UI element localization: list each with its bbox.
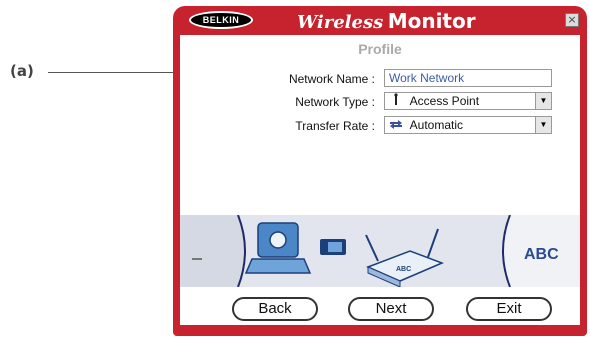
title-bar[interactable]: BELKIN Wireless Monitor ×: [173, 6, 587, 36]
window-body: Profile Network Name : Work Network Netw…: [180, 35, 580, 325]
network-illustration: ABC ABC: [180, 215, 580, 287]
back-button[interactable]: Back: [232, 297, 318, 321]
close-button[interactable]: ×: [565, 13, 579, 27]
svg-text:ABC: ABC: [396, 266, 411, 273]
transfer-rate-value: Automatic: [409, 118, 464, 132]
belkin-logo: BELKIN: [189, 11, 253, 29]
network-type-select[interactable]: Access Point ▼: [384, 92, 552, 110]
title-monitor: Monitor: [387, 9, 476, 33]
chevron-down-icon[interactable]: ▼: [535, 117, 551, 133]
illustration-banner: ABC ABC: [180, 215, 580, 287]
transfer-rate-select[interactable]: Automatic ▼: [384, 116, 552, 134]
network-type-label: Network Type :: [295, 95, 375, 109]
network-name-label: Network Name :: [288, 72, 375, 86]
transfer-arrows-icon: [389, 117, 403, 133]
access-point-icon: [389, 93, 403, 109]
wireless-monitor-window: BELKIN Wireless Monitor × Profile Networ…: [173, 6, 587, 336]
transfer-rate-label: Transfer Rate :: [295, 119, 375, 133]
callout-label: (a): [10, 62, 34, 80]
chevron-down-icon[interactable]: ▼: [535, 93, 551, 109]
window-title: Wireless Monitor: [297, 9, 476, 33]
exit-button[interactable]: Exit: [466, 297, 552, 321]
network-type-value: Access Point: [409, 94, 480, 108]
page-heading: Profile: [358, 41, 402, 57]
next-button[interactable]: Next: [348, 297, 434, 321]
title-wireless: Wireless: [297, 12, 384, 33]
banner-abc-text: ABC: [524, 246, 559, 263]
network-name-input[interactable]: Work Network: [384, 69, 552, 87]
